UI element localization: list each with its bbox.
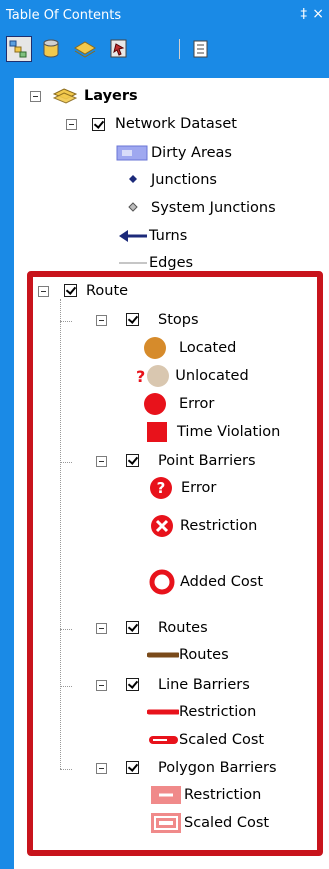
options-button[interactable] [188, 36, 214, 62]
toolbar-separator [179, 39, 180, 59]
legend-label: Junctions [151, 172, 217, 188]
network-dataset-checkbox[interactable] [92, 118, 105, 131]
list-by-drawing-order-button[interactable] [6, 36, 32, 62]
table-of-contents-window: Table Of Contents ‡ × Layers Network Dat… [0, 0, 329, 869]
toc-toolbar [0, 33, 329, 73]
legend-label: Turns [149, 228, 188, 244]
legend-item-dirty-areas: Dirty Areas [116, 141, 232, 165]
list-by-selection-button[interactable] [106, 36, 132, 62]
tree-item-layers[interactable]: Layers [52, 84, 138, 108]
legend-item-turns: Turns [118, 224, 187, 248]
list-options-icon [193, 40, 208, 58]
layers-stack-icon [74, 41, 96, 58]
tree-item-label: Network Dataset [115, 116, 237, 132]
route-highlight-frame [27, 271, 323, 856]
legend-item-junctions: Junctions [128, 168, 217, 192]
dirty-areas-swatch-icon [116, 145, 148, 161]
tree-bottom-area [14, 857, 329, 869]
titlebar: Table Of Contents ‡ × [0, 0, 329, 33]
legend-item-system-junctions: System Junctions [128, 196, 276, 220]
layers-icon [52, 88, 78, 104]
selection-icon [110, 39, 127, 58]
list-by-drawing-order-icon [9, 40, 27, 58]
list-by-visibility-button[interactable] [72, 36, 98, 62]
turns-arrow-icon [119, 230, 147, 242]
collapse-network-dataset-toggle[interactable] [66, 119, 77, 130]
tree-item-label: Layers [84, 88, 138, 104]
database-icon [43, 39, 59, 58]
system-junction-dot-icon [128, 202, 138, 212]
collapse-layers-toggle[interactable] [30, 91, 41, 102]
tree-item-network-dataset[interactable]: Network Dataset [115, 112, 237, 136]
legend-label: Edges [149, 255, 194, 271]
panel-title: Table Of Contents [6, 8, 122, 23]
junction-dot-icon [129, 175, 137, 183]
list-by-source-button[interactable] [38, 36, 64, 62]
pin-icon[interactable]: ‡ [301, 7, 308, 22]
legend-label: System Junctions [151, 200, 276, 216]
edge-line-icon [119, 262, 147, 264]
legend-label: Dirty Areas [151, 145, 232, 161]
close-icon[interactable]: × [312, 6, 324, 22]
